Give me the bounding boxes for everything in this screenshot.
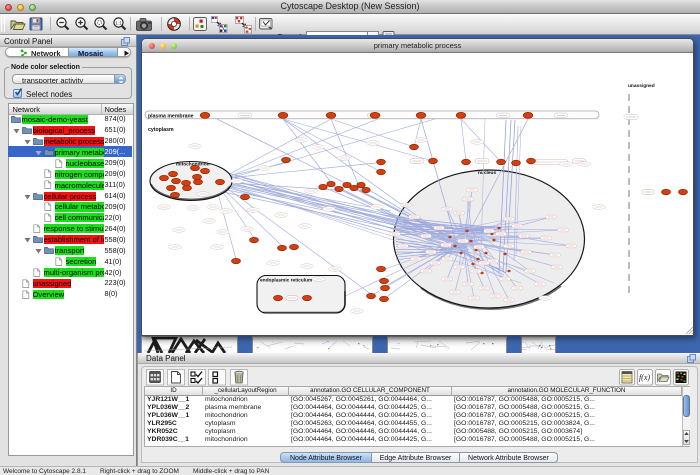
svg-text:nucleus: nucleus xyxy=(478,170,496,176)
svg-text:cytoplasm: cytoplasm xyxy=(148,127,174,133)
svg-text:plasma membrane: plasma membrane xyxy=(148,113,194,119)
svg-text:1:1: 1:1 xyxy=(115,20,122,25)
svg-text:f(x): f(x) xyxy=(639,373,650,382)
svg-text:unassigned: unassigned xyxy=(628,83,655,89)
svg-text:endoplasmic reticulum: endoplasmic reticulum xyxy=(260,278,312,284)
